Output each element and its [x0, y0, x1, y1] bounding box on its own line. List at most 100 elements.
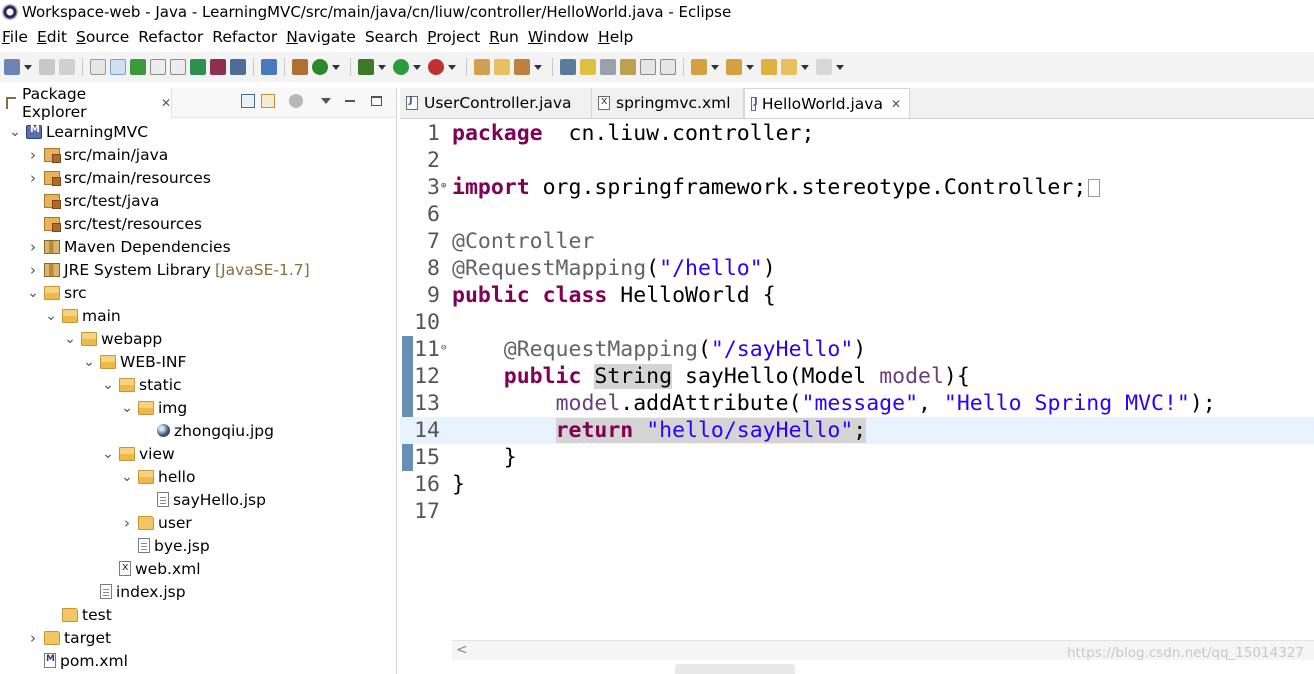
chevron-down-icon[interactable]	[332, 64, 340, 70]
chevron-down-icon[interactable]: ⌄	[8, 125, 22, 139]
chevron-down-icon[interactable]	[448, 64, 456, 70]
chevron-down-icon[interactable]: ⌄	[101, 378, 115, 392]
toggle-mark-occurrences-icon[interactable]	[110, 59, 126, 75]
code-line[interactable]: 13 model.addAttribute("message", "Hello …	[400, 390, 1314, 417]
tree-item[interactable]: web.xml	[101, 557, 201, 580]
tree-item[interactable]: ⌄ view	[101, 442, 175, 465]
open-folder-icon[interactable]	[494, 59, 510, 75]
build-icon[interactable]	[292, 59, 308, 75]
chevron-right-icon[interactable]: ›	[26, 261, 40, 279]
tree-item[interactable]: ⌄ src	[26, 281, 87, 304]
editor-tab[interactable]: HelloWorld.java ✕	[744, 88, 910, 118]
collapse-fold-icon[interactable]: ⊖	[441, 343, 446, 353]
chevron-right-icon[interactable]: ›	[26, 238, 40, 256]
previous-annotation-icon[interactable]	[726, 59, 742, 75]
code-line[interactable]: 17	[400, 498, 1314, 525]
chevron-down-icon[interactable]: ⌄	[82, 355, 96, 369]
new-wizard-icon[interactable]	[4, 59, 20, 75]
forward-arrow-icon[interactable]	[816, 59, 832, 75]
save-all-icon[interactable]	[59, 59, 75, 75]
code-line[interactable]: 8 @RequestMapping("/hello")	[400, 255, 1314, 282]
back-arrow-icon[interactable]	[781, 59, 797, 75]
tree-item[interactable]: src/test/java	[26, 189, 159, 212]
code-line[interactable]: 11 ⊖ @RequestMapping("/sayHello")	[400, 336, 1314, 363]
tree-item[interactable]: ⌄ LearningMVC	[8, 120, 148, 143]
external-tools-icon[interactable]	[428, 59, 444, 75]
code-line[interactable]: 16}	[400, 471, 1314, 498]
menu-item[interactable]: File	[0, 28, 31, 46]
expand-fold-icon[interactable]: ⊕	[441, 181, 446, 191]
chevron-down-icon[interactable]: ⌄	[44, 309, 58, 323]
binary-icon[interactable]	[90, 59, 106, 75]
code-line[interactable]: 12 public String sayHello(Model model){	[400, 363, 1314, 390]
tree-item[interactable]: ⌄ main	[44, 304, 121, 327]
tree-item[interactable]: ⌄ static	[101, 373, 181, 396]
next-annotation-icon[interactable]	[691, 59, 707, 75]
menu-item[interactable]: Help	[596, 28, 636, 46]
tree-item[interactable]: › src/main/resources	[26, 166, 211, 189]
chevron-right-icon[interactable]: ›	[120, 514, 134, 532]
chevron-right-icon[interactable]: ›	[26, 146, 40, 164]
menu-item[interactable]: Project	[425, 28, 483, 46]
annotation-nav-icon[interactable]	[620, 59, 636, 75]
deploy-icon[interactable]	[514, 59, 530, 75]
minimized-panel-tab[interactable]	[675, 664, 795, 674]
new-package-icon[interactable]	[474, 59, 490, 75]
pen-icon[interactable]	[580, 59, 596, 75]
tree-item[interactable]: › Maven Dependencies	[26, 235, 231, 258]
chevron-down-icon[interactable]: ⌄	[26, 286, 40, 300]
chevron-down-icon[interactable]	[711, 64, 719, 70]
console-icon[interactable]	[230, 59, 246, 75]
server-icon[interactable]	[190, 59, 206, 75]
code-line[interactable]: 15 }	[400, 444, 1314, 471]
tree-item[interactable]: › JRE System Library [JavaSE-1.7]	[26, 258, 310, 281]
code-line[interactable]: 10	[400, 309, 1314, 336]
tree-item[interactable]: index.jsp	[82, 580, 186, 603]
chevron-down-icon[interactable]	[24, 64, 32, 70]
chevron-down-icon[interactable]	[534, 64, 542, 70]
tree-item[interactable]: sayHello.jsp	[139, 488, 266, 511]
show-whitespace-icon[interactable]	[660, 59, 676, 75]
code-line[interactable]: 2	[400, 147, 1314, 174]
focus-icon[interactable]	[289, 94, 303, 108]
menu-item[interactable]: Edit	[35, 28, 70, 46]
editor-tab[interactable]: springmvc.xml	[592, 88, 744, 118]
close-icon[interactable]: ✕	[161, 96, 171, 110]
editor-tab[interactable]: UserController.java	[400, 88, 592, 118]
search-icon[interactable]	[560, 59, 576, 75]
code-line[interactable]: 3 ⊕ import org.springframework.stereotype.…	[400, 174, 1314, 201]
code-line[interactable]: 7 @Controller	[400, 228, 1314, 255]
code-line[interactable]: 1 package cn.liuw.controller;	[400, 120, 1314, 147]
code-line[interactable]: 6	[400, 201, 1314, 228]
chevron-down-icon[interactable]	[746, 64, 754, 70]
chevron-down-icon[interactable]	[801, 64, 809, 70]
tree-item[interactable]: test	[44, 603, 112, 626]
chevron-down-icon[interactable]	[378, 64, 386, 70]
tree-item[interactable]: › target	[26, 626, 111, 649]
maximize-icon[interactable]	[371, 96, 382, 106]
ant-icon[interactable]	[130, 59, 146, 75]
chevron-down-icon[interactable]: ⌄	[101, 447, 115, 461]
folded-region-marker[interactable]	[1088, 179, 1101, 197]
save-icon[interactable]	[39, 59, 55, 75]
menu-item[interactable]: Window	[526, 28, 592, 46]
chevron-down-icon[interactable]	[836, 64, 844, 70]
minimize-icon[interactable]	[345, 100, 355, 102]
link-with-editor-icon[interactable]	[261, 94, 275, 108]
code-line[interactable]: 14 return "hello/sayHello";	[400, 417, 1314, 444]
menu-item[interactable]: Refactor	[210, 28, 280, 46]
tree-item[interactable]: ⌄ img	[120, 396, 187, 419]
chevron-down-icon[interactable]: ⌄	[120, 470, 134, 484]
menu-item[interactable]: Run	[487, 28, 522, 46]
last-edit-location-icon[interactable]	[761, 59, 777, 75]
annotation-icon[interactable]	[600, 59, 616, 75]
tree-item[interactable]: ⌄ webapp	[63, 327, 162, 350]
tree-item[interactable]: › user	[120, 511, 192, 534]
view-menu-icon[interactable]	[321, 98, 331, 104]
tree-item[interactable]: zhongqiu.jpg	[139, 419, 274, 442]
tree-item[interactable]: bye.jsp	[120, 534, 210, 557]
tab-package-explorer[interactable]: Package Explorer ✕	[0, 85, 172, 121]
menu-item[interactable]: Source	[74, 28, 132, 46]
collapse-all-icon[interactable]	[241, 94, 255, 108]
chevron-right-icon[interactable]: ›	[26, 629, 40, 647]
